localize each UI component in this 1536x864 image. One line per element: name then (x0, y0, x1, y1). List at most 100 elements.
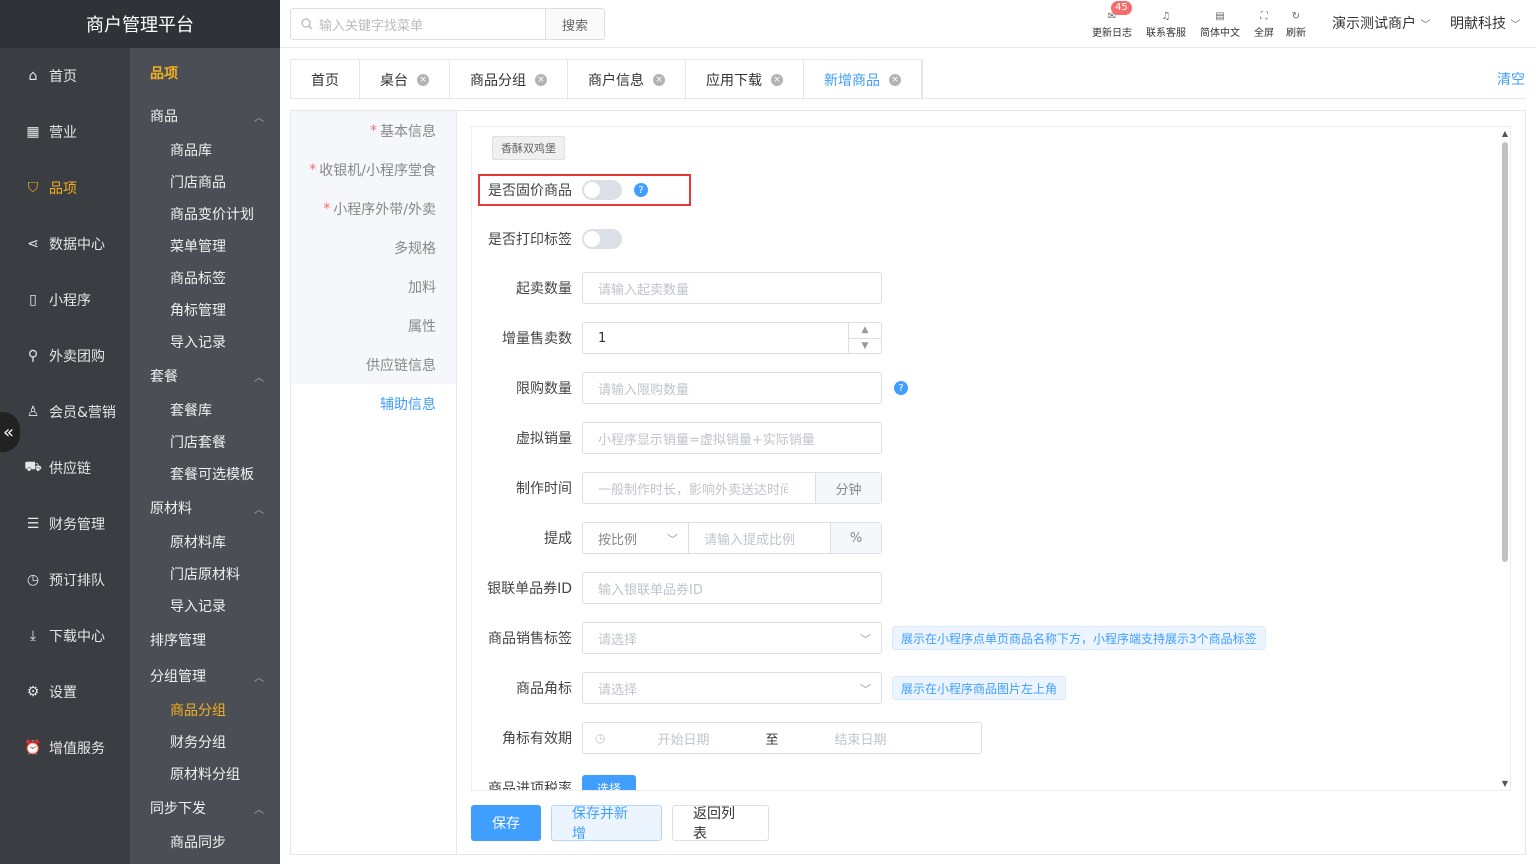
unionpay-input[interactable]: 输入银联单品券ID (582, 572, 882, 604)
virtual-sales-input[interactable]: 小程序显示销量=虚拟销量+实际销量 (582, 422, 882, 454)
menu-search-input[interactable]: 输入关键字找菜单 (290, 8, 546, 40)
sidebar-item[interactable]: ⛟ 供应链 (0, 440, 130, 496)
corner-tag-row: 商品角标 请选择 ﹀ 展示在小程序商品图片左上角 (472, 672, 1502, 704)
submenu-item[interactable]: 导入记录 (130, 326, 280, 358)
scroll-down-icon[interactable]: ▼ (1502, 779, 1508, 788)
close-icon[interactable]: × (535, 74, 547, 86)
clear-tabs-link[interactable]: 清空 (1497, 69, 1525, 89)
decrease-icon[interactable]: ▼ (849, 339, 881, 354)
user-icon: ♙ (26, 404, 40, 420)
submenu-item[interactable]: 原材料库 (130, 526, 280, 558)
min-qty-input[interactable]: 请输入起卖数量 (582, 272, 882, 304)
sidebar-item[interactable]: ⤓ 下载中心 (0, 608, 130, 664)
save-button[interactable]: 保存 (471, 805, 541, 841)
submenu-group[interactable]: 套餐 ︿ (130, 358, 280, 394)
support-button[interactable]: ♫ 联系客服 (1146, 8, 1186, 40)
close-icon[interactable]: × (889, 74, 901, 86)
sidebar-item[interactable]: ⚲ 外卖团购 (0, 328, 130, 384)
make-time-placeholder: 一般制作时长，影响外卖送达时间 (598, 482, 788, 498)
commission-mode-select[interactable]: 按比例 ﹀ (583, 523, 689, 553)
submenu-item[interactable]: 商品库 (130, 134, 280, 166)
submenu-group[interactable]: 同步下发 ︿ (130, 790, 280, 826)
commission-rate-placeholder[interactable]: 请输入提成比例 (689, 529, 795, 548)
form-scrollbar[interactable] (1502, 142, 1508, 562)
section-anchor[interactable]: 辅助信息 (291, 384, 456, 423)
tab-label: 商户信息 (588, 73, 644, 89)
increase-icon[interactable]: ▲ (849, 323, 881, 339)
tab[interactable]: 商户信息 × (568, 60, 686, 100)
submenu-item[interactable]: 原材料分组 (130, 758, 280, 790)
close-icon[interactable]: × (771, 74, 783, 86)
submenu-item[interactable]: 导入记录 (130, 590, 280, 622)
search-button[interactable]: 搜索 (545, 8, 605, 40)
sidebar-item[interactable]: ⛉ 品项 (0, 160, 130, 216)
tab[interactable]: 新增商品 × (804, 60, 922, 100)
section-anchor[interactable]: * 基本信息 (291, 111, 456, 150)
corner-validity-range[interactable]: ◷ 开始日期 至 结束日期 (582, 722, 982, 754)
help-icon[interactable]: ? (894, 381, 908, 395)
submenu-item[interactable]: 角标管理 (130, 294, 280, 326)
back-to-list-button[interactable]: 返回列表 (672, 805, 769, 842)
scroll-up-icon[interactable]: ▲ (1502, 129, 1508, 138)
help-icon[interactable]: ? (634, 183, 648, 197)
product-form: * 基本信息 * 收银机/小程序堂食 * 小程序外带/外卖 多规格 加料 属性 供应链信息 辅助信息… (290, 110, 1526, 855)
required-mark: * (323, 200, 331, 217)
submenu-item[interactable]: 门店商品 (130, 166, 280, 198)
home-icon: ⌂ (28, 68, 38, 84)
sales-tag-row: 商品销售标签 请选择 ﹀ 展示在小程序点单页商品名称下方，小程序端支持展示3个商… (472, 622, 1502, 654)
make-time-input[interactable]: 一般制作时长，影响外卖送达时间 分钟 (582, 472, 882, 504)
limit-qty-input[interactable]: 请输入限购数量 (582, 372, 882, 404)
submenu-group[interactable]: 排序管理 (130, 622, 280, 658)
submenu-item[interactable]: 商品标签 (130, 262, 280, 294)
submenu-item[interactable]: 门店原材料 (130, 558, 280, 590)
sidebar-item[interactable]: ☰ 财务管理 (0, 496, 130, 552)
submenu-group[interactable]: 原材料 ︿ (130, 490, 280, 526)
select-tax-button[interactable]: 选择 (582, 775, 637, 790)
sidebar-item[interactable]: ⌂ 首页 (0, 48, 130, 104)
sidebar-item[interactable]: ⋖ 数据中心 (0, 216, 130, 272)
section-anchor[interactable]: 供应链信息 (291, 345, 456, 384)
sidebar-item[interactable]: ◷ 预订排队 (0, 552, 130, 608)
submenu-item[interactable]: 商品同步 (130, 826, 280, 858)
sidebar-item[interactable]: ⏰ 增值服务 (0, 720, 130, 776)
sidebar-item[interactable]: ⚙ 设置 (0, 664, 130, 720)
sales-tag-select[interactable]: 请选择 ﹀ (582, 622, 882, 654)
fullscreen-button[interactable]: ⛶ 全屏 (1254, 8, 1274, 40)
section-anchor[interactable]: * 小程序外带/外卖 (291, 189, 456, 228)
section-anchor[interactable]: 加料 (291, 267, 456, 306)
submenu-item[interactable]: 财务分组 (130, 726, 280, 758)
corner-tag-placeholder: 请选择 (598, 682, 638, 698)
fixed-price-switch[interactable] (582, 180, 622, 200)
submenu-item[interactable]: 套餐库 (130, 394, 280, 426)
close-icon[interactable]: × (417, 74, 429, 86)
print-label-switch[interactable] (582, 229, 622, 249)
section-anchor[interactable]: * 收银机/小程序堂食 (291, 150, 456, 189)
sidebar-item-label: 预订排队 (49, 573, 105, 589)
tab[interactable]: 桌台 × (360, 60, 450, 100)
refresh-button[interactable]: ↻ 刷新 (1286, 8, 1306, 40)
chevron-down-icon: ﹀ (1420, 20, 1431, 31)
company-dropdown[interactable]: 明献科技 ﹀ (1450, 13, 1520, 33)
increment-stepper[interactable]: 1 ▲ ▼ (582, 322, 882, 354)
submenu-item[interactable]: 商品变价计划 (130, 198, 280, 230)
close-icon[interactable]: × (653, 74, 665, 86)
submenu-item[interactable]: 菜单管理 (130, 230, 280, 262)
tab[interactable]: 首页 (291, 60, 360, 100)
merchant-dropdown[interactable]: 演示测试商户 ﹀ (1332, 13, 1430, 33)
submenu-group[interactable]: 商品 ︿ (130, 98, 280, 134)
section-anchor[interactable]: 属性 (291, 306, 456, 345)
changelog-button[interactable]: ✉ 45 更新日志 (1092, 1, 1132, 39)
sidebar-item[interactable]: ▦ 营业 (0, 104, 130, 160)
corner-tag-select[interactable]: 请选择 ﹀ (582, 672, 882, 704)
submenu-item[interactable]: 门店套餐 (130, 426, 280, 458)
unionpay-label: 银联单品券ID (487, 581, 572, 597)
submenu-item[interactable]: 套餐可选模板 (130, 458, 280, 490)
tab[interactable]: 应用下载 × (686, 60, 804, 100)
save-and-new-button[interactable]: 保存并新增 (551, 805, 662, 842)
submenu-item[interactable]: 商品分组 (130, 694, 280, 726)
submenu-group[interactable]: 分组管理 ︿ (130, 658, 280, 694)
section-anchor[interactable]: 多规格 (291, 228, 456, 267)
language-button[interactable]: ▤ 简体中文 (1200, 8, 1240, 40)
sidebar-item[interactable]: ▯ 小程序 (0, 272, 130, 328)
tab[interactable]: 商品分组 × (450, 60, 568, 100)
